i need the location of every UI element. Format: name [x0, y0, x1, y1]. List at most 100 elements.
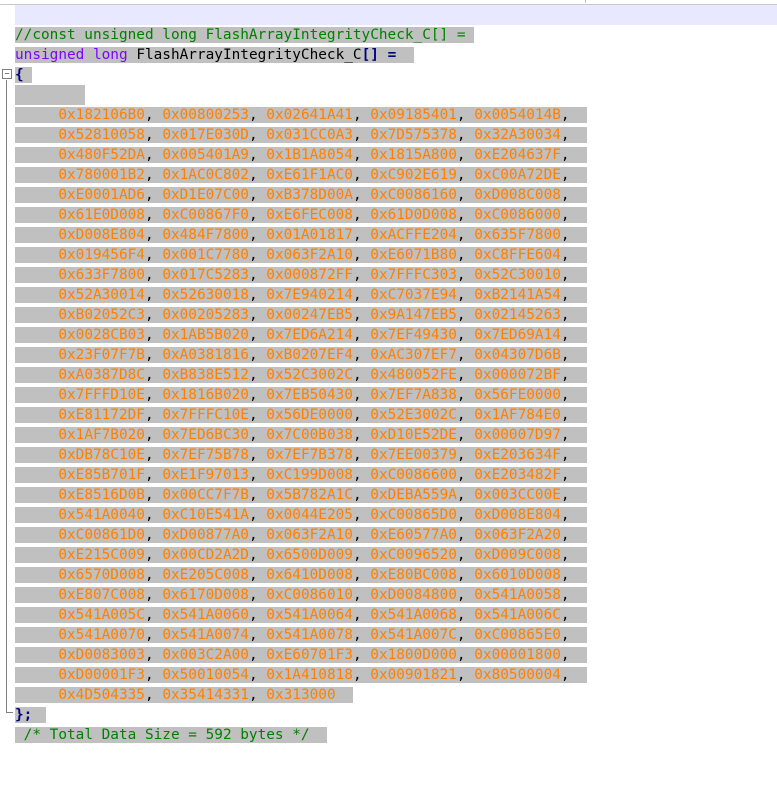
hex-value: 0xE1F97013: [162, 467, 249, 483]
hex-value: 0x541A0068: [370, 607, 457, 623]
comma: ,: [352, 367, 362, 383]
code-area[interactable]: //const unsigned long FlashArrayIntegrit…: [15, 5, 777, 745]
hex-value: 0xB02052C3: [58, 307, 145, 323]
hex-value: 0x23F07F7B: [58, 347, 145, 363]
hex-value: 0xE204637F: [474, 147, 561, 163]
data-row: 0x0028CB03, 0x1AB5B020, 0x7ED6A214, 0x7E…: [15, 325, 777, 345]
comma: ,: [144, 587, 154, 603]
comma: ,: [352, 287, 362, 303]
hex-value: 0x6500D009: [266, 547, 353, 563]
hex-value: 0x52630018: [162, 287, 249, 303]
hex-value: 0x6170D008: [162, 587, 249, 603]
hex-value: 0xB838E512: [162, 367, 249, 383]
hex-value: 0x7EE00379: [370, 447, 457, 463]
hex-value: 0x7EF7A838: [370, 387, 457, 403]
comma: ,: [560, 467, 570, 483]
comma: ,: [248, 427, 258, 443]
data-row: 0x52A30014, 0x52630018, 0x7E940214, 0xC7…: [15, 285, 777, 305]
hex-value: 0x1AF7B020: [58, 427, 145, 443]
hex-value: 0xC0086600: [370, 467, 457, 483]
hex-value: 0x52A30014: [58, 287, 145, 303]
identifier-name: FlashArrayIntegrityCheck_C: [136, 47, 362, 63]
data-row: 0xE807C008, 0x6170D008, 0xC0086010, 0xD0…: [15, 585, 777, 605]
comma: ,: [248, 547, 258, 563]
hex-value: 0xDB78C10E: [58, 447, 145, 463]
comma: ,: [144, 447, 154, 463]
hex-value: 0xE807C008: [58, 587, 145, 603]
comma: ,: [352, 487, 362, 503]
hex-value: 0x541A005C: [58, 607, 145, 623]
hex-value: 0x1B1A8054: [266, 147, 353, 163]
comma: ,: [560, 167, 570, 183]
comma: ,: [248, 607, 258, 623]
hex-value: 0x182106B0: [58, 107, 145, 123]
data-row: 0x019456F4, 0x001C7780, 0x063F2A10, 0xE6…: [15, 245, 777, 265]
comma: ,: [248, 407, 258, 423]
comma: ,: [456, 647, 466, 663]
hex-value: 0x09185401: [370, 107, 457, 123]
hex-value: 0x52E3002C: [370, 407, 457, 423]
comma: ,: [248, 307, 258, 323]
comma: ,: [560, 207, 570, 223]
hex-value: 0xD008E804: [474, 507, 561, 523]
comma: ,: [352, 247, 362, 263]
comma: ,: [352, 627, 362, 643]
hex-value: 0x003C2A00: [162, 647, 249, 663]
hex-value: 0x35414331: [162, 687, 249, 703]
hex-value: 0xC00865E0: [474, 627, 561, 643]
fold-toggle-icon[interactable]: −: [2, 69, 12, 79]
hex-value: 0xDEBA559A: [370, 487, 457, 503]
hex-value: 0xE215C009: [58, 547, 145, 563]
comma: ,: [248, 627, 258, 643]
comma: ,: [144, 367, 154, 383]
hex-value: 0x80500004: [474, 667, 561, 683]
hex-value: 0x00CD2A2D: [162, 547, 249, 563]
hex-value: 0x7EF75B78: [162, 447, 249, 463]
hex-value: 0x0054014B: [474, 107, 561, 123]
hex-value: 0xE85B701F: [58, 467, 145, 483]
comma: ,: [456, 427, 466, 443]
code-editor[interactable]: − //const unsigned long FlashArrayIntegr…: [0, 0, 777, 811]
hex-value: 0x02145263: [474, 307, 561, 323]
comma: ,: [456, 487, 466, 503]
hex-value: 0x000072BF: [474, 367, 561, 383]
hex-value: 0x541A0070: [58, 627, 145, 643]
hex-value: 0x50010054: [162, 667, 249, 683]
data-row: 0x1AF7B020, 0x7ED6BC30, 0x7C00B038, 0xD1…: [15, 425, 777, 445]
hex-value: 0x00001800: [474, 647, 561, 663]
comma: ,: [352, 587, 362, 603]
comma: ,: [456, 147, 466, 163]
hex-value: 0x063F2A10: [266, 247, 353, 263]
hex-value: 0x313000: [266, 687, 336, 703]
comma: ,: [144, 467, 154, 483]
hex-value: 0xD10E52DE: [370, 427, 457, 443]
hex-value: 0xE6071B80: [370, 247, 457, 263]
comma: ,: [144, 667, 154, 683]
hex-value: 0x04307D6B: [474, 347, 561, 363]
data-row: 0xE0001AD6, 0xD1E07C00, 0xB378D00A, 0xC0…: [15, 185, 777, 205]
hex-value: 0x00007D97: [474, 427, 561, 443]
comma: ,: [144, 287, 154, 303]
comma: ,: [144, 487, 154, 503]
comma: ,: [456, 167, 466, 183]
hex-value: 0x02641A41: [266, 107, 353, 123]
hex-value: 0xC0096520: [370, 547, 457, 563]
data-row: 0xE8516D0B, 0x00CC7F7B, 0x5B782A1C, 0xDE…: [15, 485, 777, 505]
comma: ,: [248, 507, 258, 523]
hex-value: 0xE81172DF: [58, 407, 145, 423]
hex-value: 0x7EB50430: [266, 387, 353, 403]
comma: ,: [144, 347, 154, 363]
data-row: 0x182106B0, 0x00800253, 0x02641A41, 0x09…: [15, 105, 777, 125]
hex-value: 0x541A0078: [266, 627, 353, 643]
comma: ,: [248, 127, 258, 143]
comma: ,: [352, 207, 362, 223]
comma: ,: [144, 507, 154, 523]
comma: ,: [560, 527, 570, 543]
data-row: 0xD0083003, 0x003C2A00, 0xE60701F3, 0x18…: [15, 645, 777, 665]
hex-value: 0xD00001F3: [58, 667, 145, 683]
hex-value: 0xB378D00A: [266, 187, 353, 203]
comma: ,: [248, 587, 258, 603]
comma: ,: [352, 667, 362, 683]
hex-value: 0x541A006C: [474, 607, 561, 623]
comma: ,: [456, 247, 466, 263]
